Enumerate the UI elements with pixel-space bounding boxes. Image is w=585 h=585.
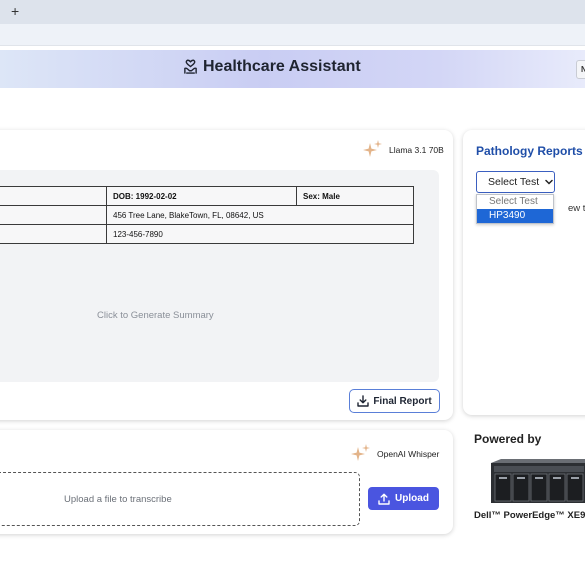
header-menu-button[interactable]: N	[576, 60, 585, 79]
patient-name-cell: r	[0, 186, 107, 206]
new-tab-button[interactable]: +	[11, 3, 19, 19]
test-select[interactable]: Select Test	[476, 171, 555, 193]
test-select-dropdown[interactable]: Select Test HP3490	[476, 194, 554, 224]
download-icon	[357, 395, 370, 407]
generate-summary-prompt[interactable]: Click to Generate Summary	[97, 310, 214, 321]
powered-by-title: Powered by	[474, 432, 542, 446]
sparkle-icon	[351, 444, 370, 461]
dropdown-option-select-test[interactable]: Select Test	[477, 195, 553, 209]
patient-phone-cell: 123-456-7890	[106, 224, 414, 244]
server-caption: Dell™ PowerEdge™ XE968	[474, 510, 585, 521]
table-row: 456 Tree Lane, BlakeTown, FL, 08642, US	[0, 205, 414, 225]
pathology-reports-card: Pathology Reports Select Test ew the r	[463, 130, 585, 415]
pathology-title: Pathology Reports	[476, 144, 583, 158]
final-report-label: Final Report	[373, 395, 432, 407]
transcription-card: OpenAI Whisper Upload a file to transcri…	[0, 430, 453, 534]
transcribe-model-tag: OpenAI Whisper	[350, 443, 439, 465]
table-cell	[0, 224, 107, 244]
patient-info-table: r DOB: 1992-02-02 Sex: Male 456 Tree Lan…	[0, 186, 414, 244]
summary-area[interactable]: r DOB: 1992-02-02 Sex: Male 456 Tree Lan…	[0, 170, 439, 382]
server-image	[491, 459, 585, 503]
patient-dob-cell: DOB: 1992-02-02	[106, 186, 297, 206]
chevron-down-icon	[545, 179, 553, 185]
table-row: 123-456-7890	[0, 224, 414, 244]
patient-address-cell: 456 Tree Lane, BlakeTown, FL, 08642, US	[106, 205, 414, 225]
upload-button-label: Upload	[395, 493, 429, 504]
upload-icon	[378, 493, 390, 505]
pathology-hint: ew the r	[568, 203, 585, 214]
summary-model-tag: Llama 3.1 70B	[362, 139, 444, 161]
file-drop-zone[interactable]: Upload a file to transcribe	[0, 472, 360, 526]
app-title-text: Healthcare Assistant	[203, 58, 361, 75]
browser-toolbar	[0, 24, 585, 46]
final-report-button[interactable]: Final Report	[349, 389, 440, 413]
test-select-value: Select Test	[488, 176, 540, 188]
dropdown-option-hp3490[interactable]: HP3490	[477, 209, 553, 223]
healthcare-hand-heart-icon	[184, 59, 197, 74]
patient-summary-card: Llama 3.1 70B r DOB: 1992-02-02 Sex: Mal…	[0, 130, 453, 420]
app-title: Healthcare Assistant	[183, 58, 361, 76]
transcribe-model-name: OpenAI Whisper	[377, 449, 440, 459]
upload-hint: Upload a file to transcribe	[64, 494, 172, 505]
browser-tab-bar: +	[0, 0, 585, 24]
app-header: Healthcare Assistant N	[0, 50, 585, 88]
sparkle-icon	[363, 140, 382, 157]
table-cell	[0, 205, 107, 225]
patient-sex-cell: Sex: Male	[296, 186, 414, 206]
summary-model-name: Llama 3.1 70B	[389, 145, 444, 155]
table-row: r DOB: 1992-02-02 Sex: Male	[0, 186, 414, 206]
upload-button[interactable]: Upload	[368, 487, 439, 510]
